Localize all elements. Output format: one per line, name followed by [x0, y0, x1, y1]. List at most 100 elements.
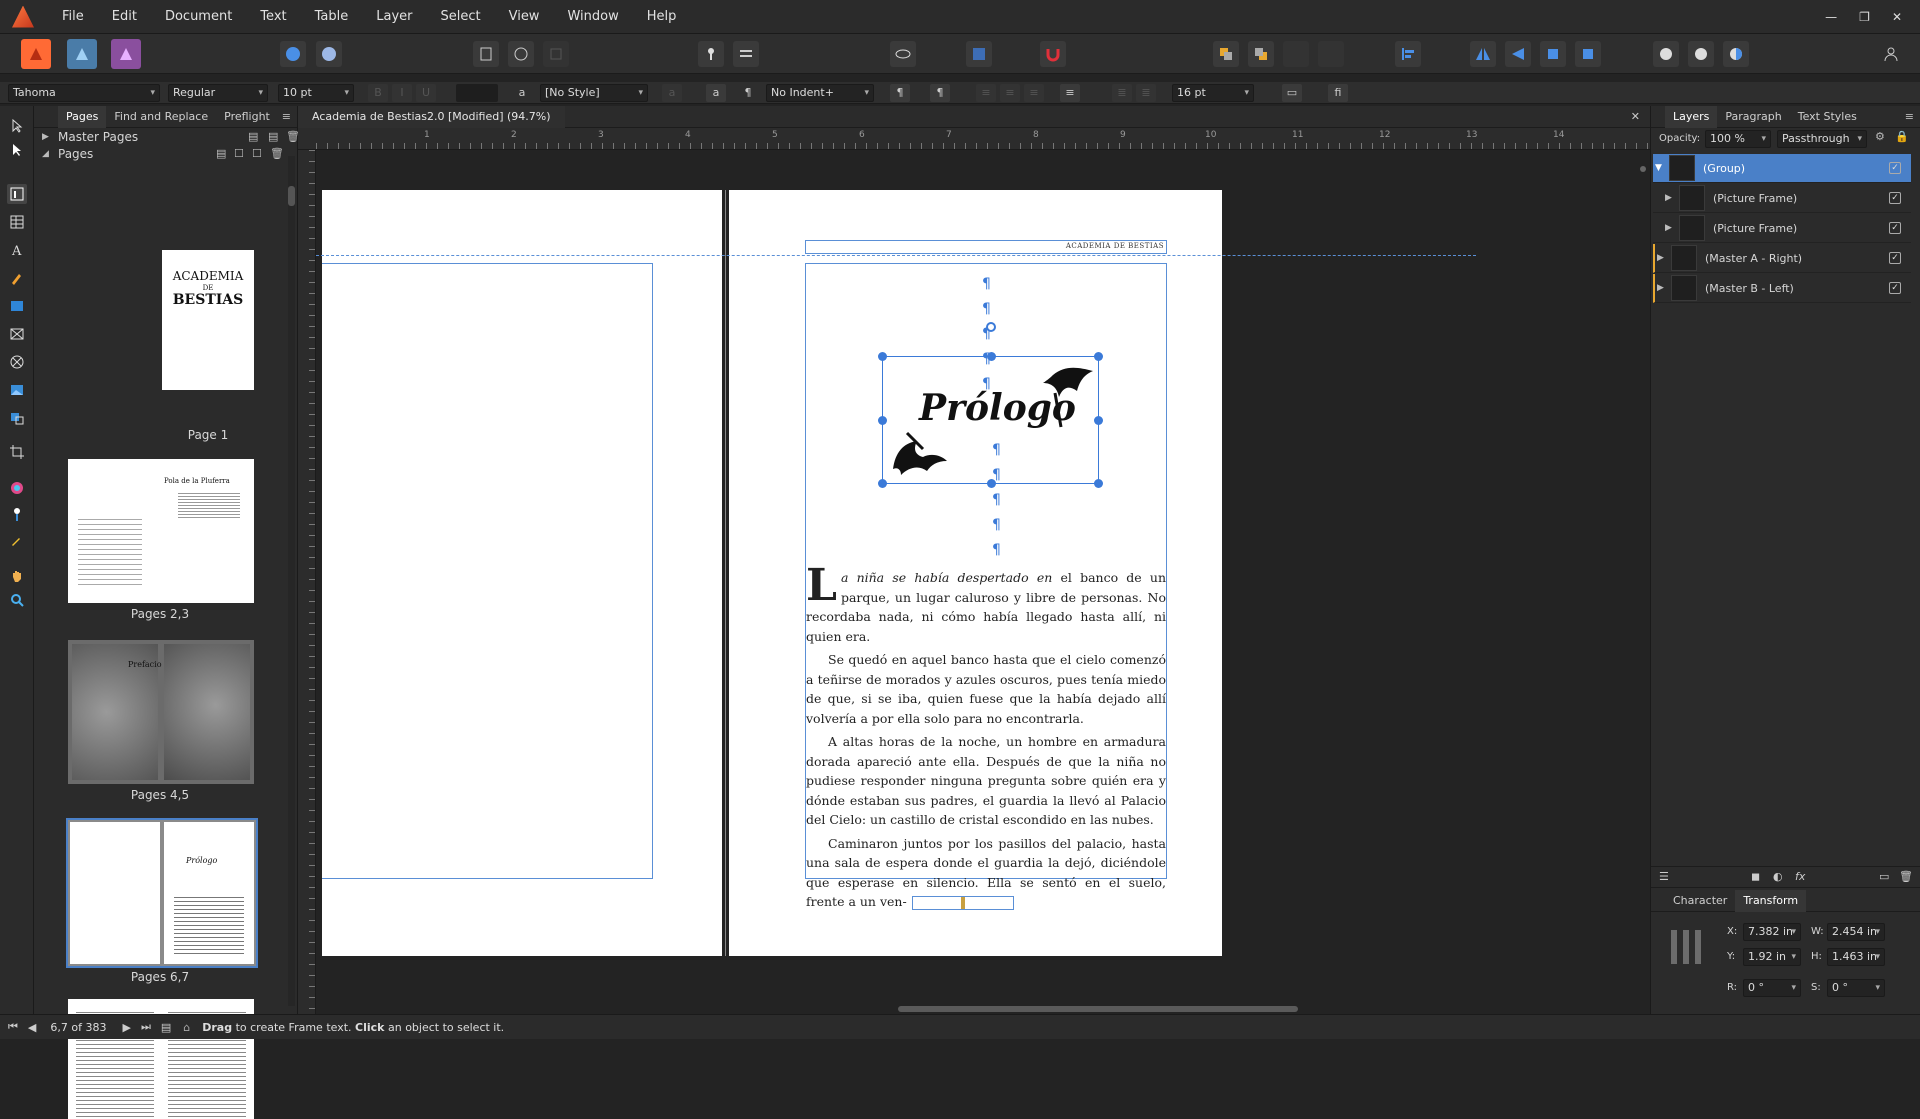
- ligatures-button[interactable]: fi: [1328, 84, 1348, 102]
- disabled-tool-button[interactable]: [543, 41, 569, 67]
- menu-help[interactable]: Help: [633, 9, 691, 24]
- char-style-options-button[interactable]: a: [662, 84, 682, 102]
- justify-button[interactable]: ≡: [1060, 84, 1080, 102]
- right-panel-menu-icon[interactable]: ≡: [1905, 110, 1914, 123]
- layer-row-picture-frame-1[interactable]: ▶ (Picture Frame) ✓: [1653, 184, 1911, 213]
- frame-text-tool[interactable]: [7, 184, 27, 204]
- font-style-select[interactable]: Regular: [168, 84, 268, 102]
- arrange-disabled-2[interactable]: [1318, 41, 1344, 67]
- tab-layers[interactable]: Layers: [1665, 105, 1718, 128]
- place-image-tool[interactable]: [7, 380, 27, 400]
- collapse-group-icon[interactable]: ▼: [1655, 163, 1669, 173]
- numbering-button[interactable]: ≣: [1136, 84, 1156, 102]
- menu-table[interactable]: Table: [301, 9, 363, 24]
- rotate-right-button[interactable]: [1575, 41, 1601, 67]
- left-page[interactable]: [322, 190, 722, 956]
- w-field[interactable]: 2.454 in: [1827, 923, 1885, 941]
- y-field[interactable]: 1.92 in: [1743, 948, 1801, 966]
- text-color-swatch[interactable]: [456, 84, 498, 102]
- pen-tool[interactable]: [7, 268, 27, 288]
- preview-button[interactable]: [508, 41, 534, 67]
- arrange-disabled-1[interactable]: [1283, 41, 1309, 67]
- designer-persona-button[interactable]: [67, 39, 97, 69]
- fill-tool[interactable]: [7, 478, 27, 498]
- adjustment-icon[interactable]: ◐: [1773, 870, 1783, 883]
- expand-layer-icon[interactable]: ▶: [1665, 223, 1679, 233]
- baseline-grid-button[interactable]: [966, 41, 992, 67]
- expand-master-icon[interactable]: ▶: [42, 132, 49, 142]
- page-1-thumbnail[interactable]: ACADEMIA DE BESTIAS: [162, 250, 254, 390]
- intersect-shapes-button[interactable]: [1723, 41, 1749, 67]
- pin-button[interactable]: [698, 41, 724, 67]
- menu-view[interactable]: View: [495, 9, 554, 24]
- text-wrap-button[interactable]: [733, 41, 759, 67]
- horizontal-scrollbar[interactable]: [898, 1006, 1298, 1012]
- move-tool[interactable]: [7, 116, 27, 136]
- pages-6-7-thumbnail[interactable]: Prólogo: [66, 818, 258, 968]
- gear-icon[interactable]: ⚙: [1875, 130, 1885, 143]
- photo-persona-button[interactable]: [111, 39, 141, 69]
- handle-tr[interactable]: [1094, 352, 1103, 361]
- arrange-back-button[interactable]: [1248, 41, 1274, 67]
- tab-transform[interactable]: Transform: [1735, 889, 1807, 912]
- handle-bl[interactable]: [878, 479, 887, 488]
- vertical-scrollbar[interactable]: [1640, 158, 1646, 998]
- expand-layer-icon[interactable]: ▶: [1665, 193, 1679, 203]
- horizontal-guide[interactable]: [316, 255, 1476, 256]
- color-picker-tool[interactable]: [7, 530, 27, 550]
- next-page-icon[interactable]: ▶: [122, 1021, 130, 1034]
- font-size-select[interactable]: 10 pt: [278, 84, 354, 102]
- pages-4-5-thumbnail[interactable]: Prefacio: [68, 640, 254, 784]
- tab-pages[interactable]: Pages: [58, 105, 107, 128]
- menu-document[interactable]: Document: [151, 9, 246, 24]
- align-right-button[interactable]: ≡: [1024, 84, 1044, 102]
- align-left-button[interactable]: ≡: [976, 84, 996, 102]
- pages-scrollbar[interactable]: [288, 156, 295, 1006]
- add-page-icon[interactable]: ☐: [234, 147, 244, 160]
- pages-2-3-thumbnail[interactable]: Pola de la Pluferra: [68, 459, 254, 603]
- right-page[interactable]: ACADEMIA DE BESTIAS ¶ ¶ ¶ ¶ ¶ ¶ ¶ ¶ ¶ ¶: [729, 190, 1222, 956]
- page-indicator[interactable]: 6,7 of 383: [50, 1021, 106, 1034]
- menu-layer[interactable]: Layer: [362, 9, 426, 24]
- flip-vertical-button[interactable]: [1505, 41, 1531, 67]
- handle-tl[interactable]: [878, 352, 887, 361]
- visibility-checkbox[interactable]: ✓: [1889, 282, 1901, 294]
- table-tool[interactable]: [7, 212, 27, 232]
- expand-layer-icon[interactable]: ▶: [1657, 253, 1671, 263]
- duplicate-page-icon[interactable]: ☐: [252, 147, 262, 160]
- node-tool[interactable]: [7, 140, 27, 160]
- delete-layer-icon[interactable]: 🗑: [1899, 870, 1913, 883]
- pages-node[interactable]: Pages: [58, 147, 93, 161]
- add-master-icon[interactable]: ▤: [248, 130, 258, 143]
- tab-character[interactable]: Character: [1665, 890, 1735, 912]
- menu-edit[interactable]: Edit: [98, 9, 151, 24]
- assistant-button[interactable]: [316, 41, 342, 67]
- tab-text-styles[interactable]: Text Styles: [1790, 106, 1865, 128]
- mask-icon[interactable]: ◼: [1751, 870, 1760, 883]
- underline-button[interactable]: U: [416, 84, 436, 102]
- picture-frame-tool[interactable]: [7, 324, 27, 344]
- layer-row-group[interactable]: ▼ (Group) ✓: [1653, 154, 1911, 183]
- rotation-handle[interactable]: [986, 322, 996, 332]
- subtract-shapes-button[interactable]: [1688, 41, 1714, 67]
- font-family-select[interactable]: Tahoma: [8, 84, 160, 102]
- italic-button[interactable]: I: [392, 84, 412, 102]
- rotation-field[interactable]: 0 °: [1743, 979, 1801, 997]
- restore-button[interactable]: ❐: [1859, 10, 1870, 24]
- menu-text[interactable]: Text: [246, 9, 300, 24]
- handle-tc[interactable]: [987, 352, 996, 361]
- bold-button[interactable]: B: [368, 84, 388, 102]
- share-button[interactable]: [280, 41, 306, 67]
- leading-select[interactable]: 16 pt: [1172, 84, 1254, 102]
- page-options-icon[interactable]: ▤: [161, 1021, 171, 1034]
- layer-row-picture-frame-2[interactable]: ▶ (Picture Frame) ✓: [1653, 214, 1911, 243]
- body-text-frame[interactable]: ¶ ¶ ¶ ¶ ¶ ¶ ¶ ¶ ¶ ¶ Prólogo L a niña se …: [805, 263, 1167, 909]
- tab-paragraph[interactable]: Paragraph: [1717, 106, 1789, 128]
- page-number-frame[interactable]: [912, 896, 1014, 910]
- master-pages-node[interactable]: Master Pages: [58, 130, 138, 144]
- document-tab[interactable]: Academia de Bestias2.0 [Modified] (94.7%…: [298, 106, 565, 128]
- expand-layer-icon[interactable]: ▶: [1657, 283, 1671, 293]
- master-options-icon[interactable]: ▤: [268, 130, 278, 143]
- account-button[interactable]: [1878, 41, 1904, 67]
- menu-select[interactable]: Select: [426, 9, 494, 24]
